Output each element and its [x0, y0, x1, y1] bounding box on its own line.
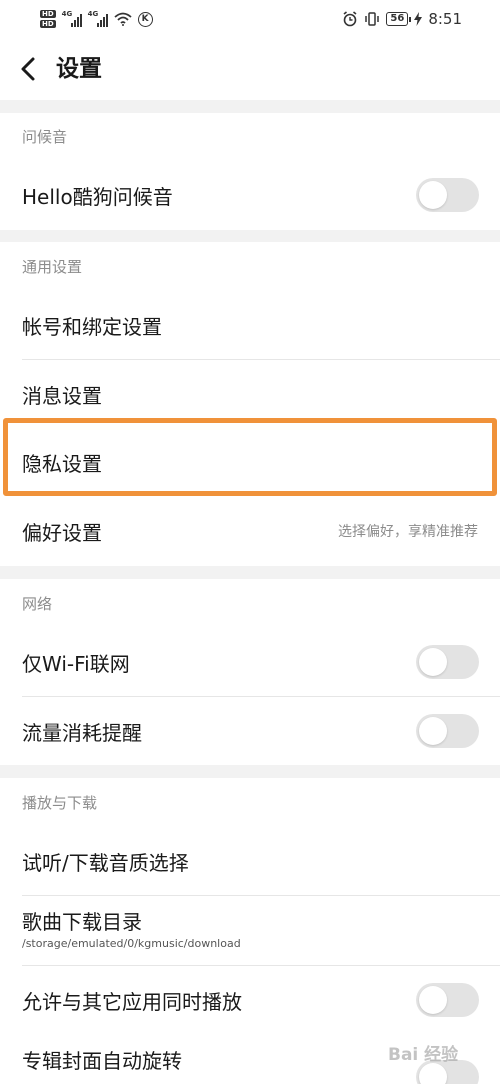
settings-row-data-usage-alert[interactable]: 流量消耗提醒 — [0, 697, 500, 765]
hd-icons: HD HD — [40, 10, 56, 28]
row-label: 流量消耗提醒 — [22, 720, 142, 745]
download-path: /storage/emulated/0/kgmusic/download — [22, 937, 241, 950]
row-label: 专辑封面自动旋转 — [22, 1048, 182, 1073]
row-label: Hello酷狗问候音 — [22, 184, 173, 209]
settings-row-mix-playback[interactable]: 允许与其它应用同时播放 — [0, 966, 500, 1034]
row-label: 试听/下载音质选择 — [22, 850, 189, 875]
settings-row-wifi-only[interactable]: 仅Wi-Fi联网 — [0, 627, 500, 697]
settings-row-preference[interactable]: 偏好设置 选择偏好，享精准推荐 — [0, 496, 500, 566]
vibrate-icon — [365, 12, 380, 26]
row-label: 仅Wi-Fi联网 — [22, 651, 130, 676]
watermark: Bai 经验 — [388, 1044, 459, 1065]
back-button[interactable] — [14, 52, 46, 86]
privacy-highlight-frame — [3, 418, 497, 496]
hd-icon: HD — [40, 20, 56, 28]
data-usage-toggle[interactable] — [416, 714, 479, 748]
page-title: 设置 — [56, 56, 102, 82]
hd-icon: HD — [40, 10, 56, 18]
greeting-tone-toggle[interactable] — [416, 178, 479, 212]
navigation-bar: 设置 — [0, 38, 500, 100]
preference-hint: 选择偏好，享精准推荐 — [338, 524, 478, 540]
status-left: HD HD 4G 4G K — [40, 6, 153, 32]
toggle-knob — [419, 181, 447, 209]
settings-row-greeting-tone[interactable]: Hello酷狗问候音 — [0, 160, 500, 230]
settings-row-account-binding[interactable]: 帐号和绑定设置 — [0, 290, 500, 360]
signal-icon: 4G — [88, 10, 108, 27]
row-label: 帐号和绑定设置 — [22, 314, 162, 339]
status-right: 56 8:51 — [342, 9, 462, 29]
row-label: 允许与其它应用同时播放 — [22, 989, 242, 1014]
wifi-icon — [114, 12, 132, 26]
section-header-general: 通用设置 — [0, 242, 500, 290]
settings-row-download-dir[interactable]: 歌曲下载目录 /storage/emulated/0/kgmusic/downl… — [0, 896, 500, 966]
toggle-knob — [419, 648, 447, 676]
k-app-icon: K — [137, 11, 153, 27]
charging-icon — [414, 12, 423, 26]
status-bar: HD HD 4G 4G K 56 8:51 — [0, 0, 500, 38]
mix-playback-toggle[interactable] — [416, 983, 479, 1017]
section-header-greeting: 问候音 — [0, 113, 500, 160]
battery-icon: 56 — [386, 12, 412, 26]
section-header-playback: 播放与下载 — [0, 778, 500, 826]
section-header-network: 网络 — [0, 579, 500, 627]
signal-icon: 4G — [62, 10, 82, 27]
row-label: 偏好设置 — [22, 520, 102, 545]
clock: 8:51 — [428, 10, 462, 28]
alarm-icon — [343, 11, 357, 27]
toggle-knob — [419, 986, 447, 1014]
toggle-knob — [419, 717, 447, 745]
settings-row-audio-quality[interactable]: 试听/下载音质选择 — [0, 826, 500, 896]
wifi-only-toggle[interactable] — [416, 645, 479, 679]
chevron-left-icon — [21, 57, 35, 81]
